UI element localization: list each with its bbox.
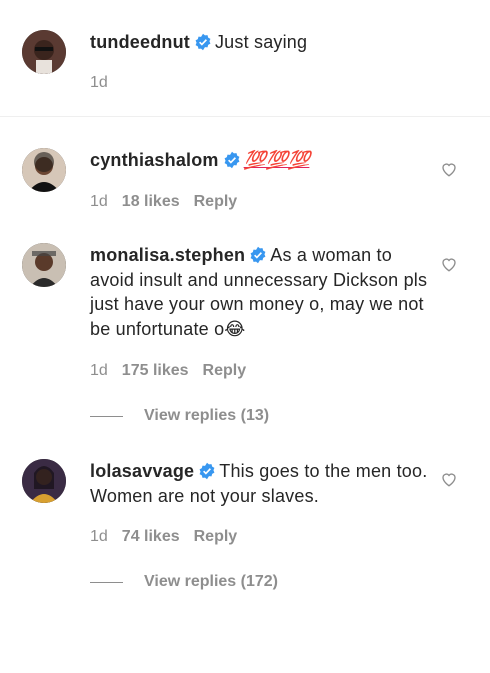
comment-meta: 1d 175 likes Reply (90, 362, 260, 380)
verified-badge-icon (199, 462, 215, 480)
avatar-cynthiashalom[interactable] (22, 148, 66, 192)
comment-2: cynthiashalom 💯💯💯 (90, 148, 430, 173)
comment-meta: 1d 74 likes Reply (90, 528, 251, 546)
likes-count[interactable]: 18 likes (122, 193, 180, 210)
divider (0, 116, 490, 117)
reply-button[interactable]: Reply (194, 193, 238, 210)
avatar-lolasavvage[interactable] (22, 459, 66, 503)
likes-count[interactable]: 74 likes (122, 528, 180, 545)
heart-outline-icon[interactable] (440, 160, 458, 178)
replies-line (90, 416, 123, 417)
comment-1: tundeednut Just saying (90, 30, 430, 55)
view-replies-button[interactable]: View replies (172) (144, 573, 278, 591)
verified-badge-icon (250, 246, 266, 264)
comment-text: Just saying (214, 32, 308, 52)
verified-badge-icon (195, 33, 211, 51)
avatar-monalisa[interactable] (22, 243, 66, 287)
comment-meta: 1d (90, 74, 122, 92)
replies-line (90, 582, 123, 583)
reply-button[interactable]: Reply (194, 528, 238, 545)
avatar-tundeednut[interactable] (22, 30, 66, 74)
comment-time: 1d (90, 193, 108, 210)
username-lolasavvage[interactable]: lolasavvage (90, 461, 194, 481)
comment-time: 1d (90, 528, 108, 545)
comment-time: 1d (90, 74, 108, 91)
verified-badge-icon (224, 151, 240, 169)
comment-3: monalisa.stephen As a woman to avoid insu… (90, 243, 430, 341)
comment-time: 1d (90, 362, 108, 379)
reply-button[interactable]: Reply (203, 362, 247, 379)
username-cynthiashalom[interactable]: cynthiashalom (90, 150, 219, 170)
view-replies-button[interactable]: View replies (13) (144, 407, 269, 425)
heart-outline-icon[interactable] (440, 255, 458, 273)
likes-count[interactable]: 175 likes (122, 362, 189, 379)
comment-text: 💯💯💯 (243, 150, 310, 170)
comment-meta: 1d 18 likes Reply (90, 193, 251, 211)
comment-4: lolasavvage This goes to the men too. Wom… (90, 459, 430, 508)
username-monalisa-stephen[interactable]: monalisa.stephen (90, 245, 245, 265)
heart-outline-icon[interactable] (440, 470, 458, 488)
username-tundeednut[interactable]: tundeednut (90, 32, 190, 52)
